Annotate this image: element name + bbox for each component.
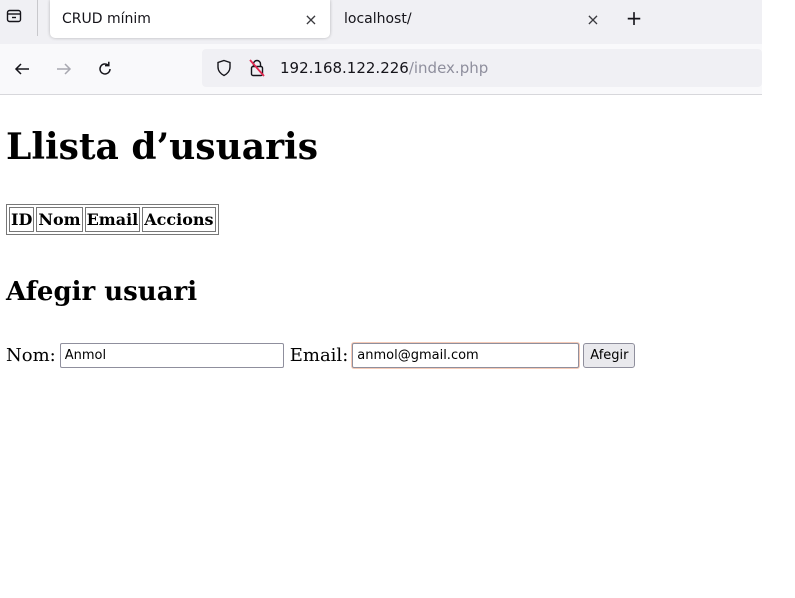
tab-divider [37,0,38,36]
back-button[interactable] [8,56,36,82]
forward-arrow-icon [57,63,72,75]
url-host: 192.168.122.226 [280,59,409,77]
back-arrow-icon [14,63,29,75]
url-path: /index.php [408,59,489,77]
close-icon[interactable]: × [300,8,322,30]
new-tab-button[interactable]: + [622,6,646,30]
navigation-toolbar: 192.168.122.226/index.php [0,44,762,94]
page-title: Llista d’usuaris [6,126,318,168]
column-header-nom: Nom [36,207,83,232]
reload-button[interactable] [91,56,119,82]
url-text[interactable]: 192.168.122.226/index.php [280,58,488,78]
column-header-email: Email [84,207,141,232]
browser-chrome: CRUD mínim × localhost/ × + 192.168.122.… [0,0,762,95]
table-header-row: ID Nom Email Accions [9,207,216,232]
reload-icon [99,61,111,75]
add-user-heading: Afegir usuari [6,277,198,307]
url-bar[interactable]: 192.168.122.226/index.php [202,49,762,87]
tab-crud-minim[interactable]: CRUD mínim × [50,0,330,38]
page-content: Llista d’usuaris ID Nom Email Accions Af… [0,95,795,598]
users-table: ID Nom Email Accions [6,204,219,235]
email-label: Email: [289,344,349,366]
shield-icon[interactable] [214,58,234,78]
email-input[interactable] [352,342,580,368]
column-header-accions: Accions [142,207,216,232]
insecure-lock-icon[interactable] [247,58,267,78]
tab-bar: CRUD mínim × localhost/ × + [0,0,762,44]
column-header-id: ID [9,207,35,232]
tab-title: localhost/ [344,11,412,27]
tab-localhost[interactable]: localhost/ × [336,0,618,38]
add-user-form: Nom: Email: Afegir [6,339,636,371]
nom-input[interactable] [59,342,284,368]
tab-list-icon[interactable] [5,6,23,26]
add-user-button[interactable]: Afegir [583,342,636,368]
tab-title: CRUD mínim [62,11,151,27]
nom-label: Nom: [6,344,56,366]
forward-button[interactable] [50,56,78,82]
close-icon[interactable]: × [582,8,604,30]
